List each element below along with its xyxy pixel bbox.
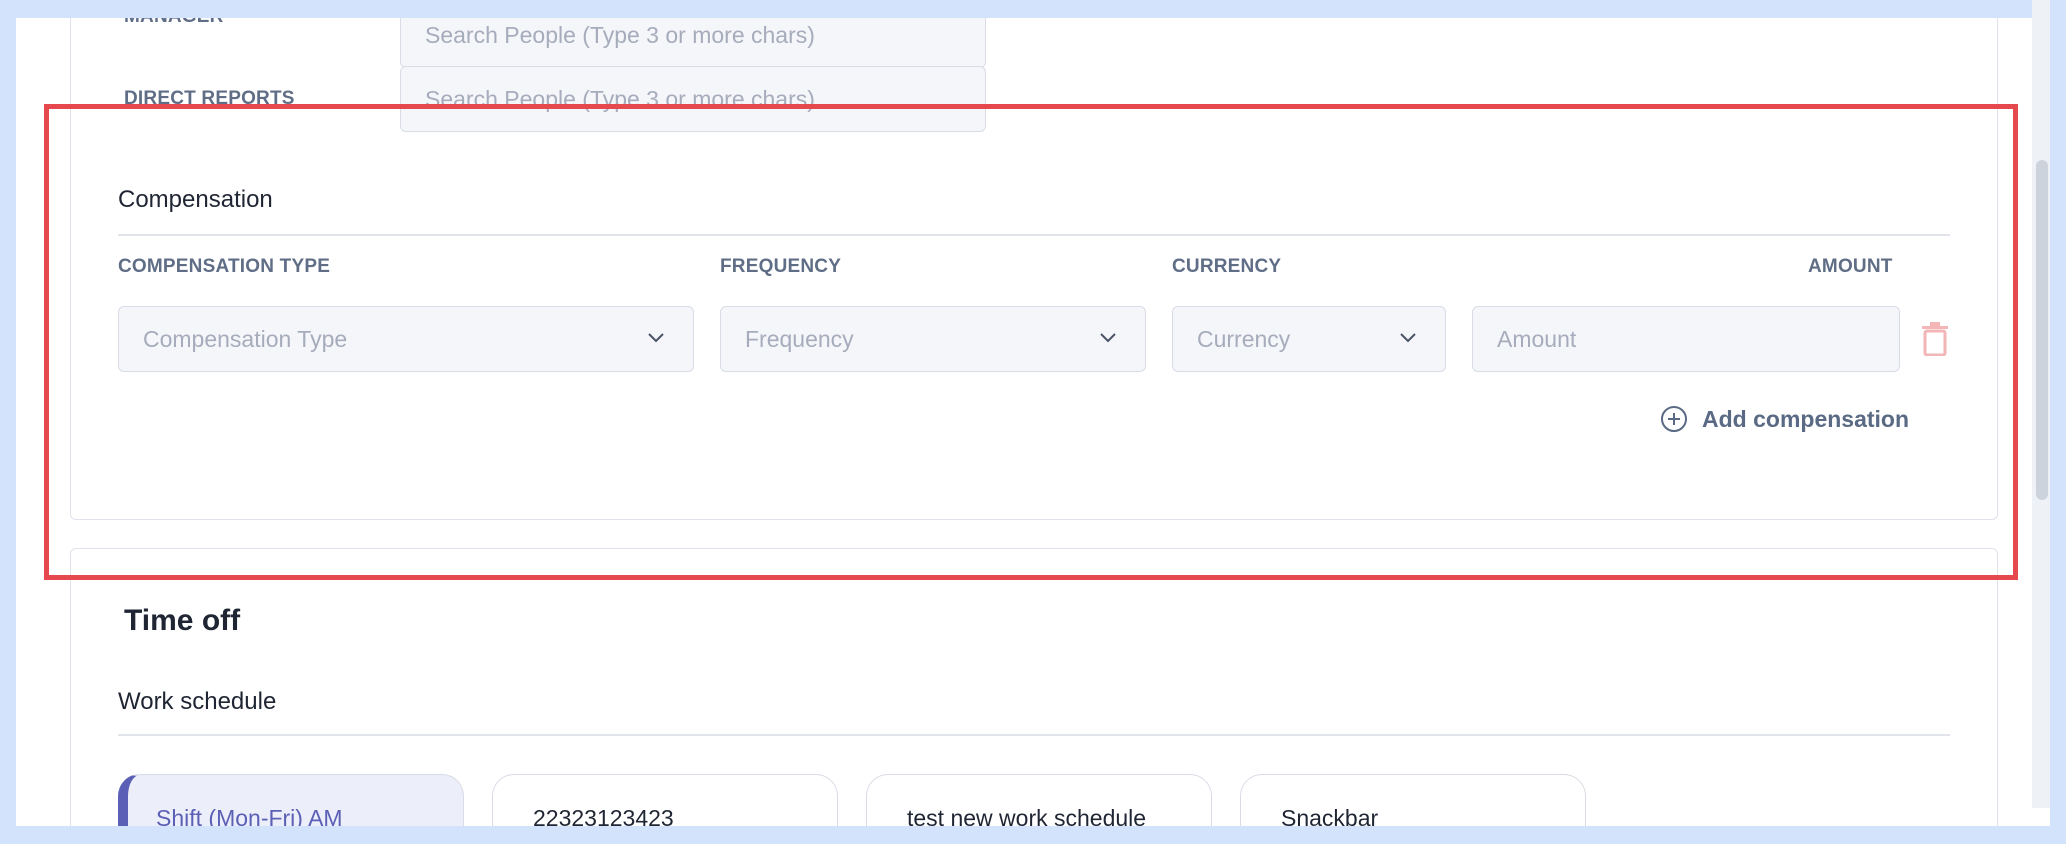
- currency-column-label: CURRENCY: [1172, 256, 1282, 277]
- compensation-type-column-label: COMPENSATION TYPE: [118, 256, 331, 277]
- chevron-down-icon: [1400, 333, 1416, 343]
- currency-placeholder: Currency: [1197, 325, 1291, 352]
- schedule-card-label: Snackbar: [1281, 805, 1379, 826]
- schedule-card-label: Shift (Mon-Fri) AM: [156, 805, 343, 826]
- amount-placeholder: Amount: [1497, 325, 1577, 352]
- work-schedule-divider: [118, 734, 1950, 736]
- chevron-down-icon: [1100, 333, 1116, 343]
- compensation-type-select[interactable]: Compensation Type: [118, 306, 694, 372]
- schedule-card-label: test new work schedule: [907, 805, 1147, 826]
- currency-select[interactable]: Currency: [1172, 306, 1446, 372]
- schedule-card-test-new-work-schedule[interactable]: test new work schedule: [866, 774, 1212, 826]
- direct-reports-search-placeholder: Search People (Type 3 or more chars): [425, 85, 815, 112]
- add-compensation-button[interactable]: Add compensation: [1660, 402, 1909, 436]
- plus-circle-icon: [1661, 406, 1687, 432]
- schedule-card-22323123423[interactable]: 22323123423: [492, 774, 838, 826]
- add-compensation-label: Add compensation: [1702, 405, 1910, 432]
- job-info-card: [70, 18, 1998, 520]
- manager-search-placeholder: Search People (Type 3 or more chars): [425, 22, 815, 48]
- chevron-down-icon: [648, 333, 664, 343]
- amount-column-label: AMOUNT: [1808, 256, 1893, 277]
- schedule-card-snackbar[interactable]: Snackbar: [1240, 774, 1586, 826]
- direct-reports-search-input[interactable]: Search People (Type 3 or more chars): [400, 66, 986, 132]
- compensation-divider: [118, 234, 1950, 236]
- frequency-select[interactable]: Frequency: [720, 306, 1146, 372]
- frequency-column-label: FREQUENCY: [720, 256, 842, 277]
- manager-label: MANAGER: [124, 18, 224, 28]
- time-off-title: Time off: [124, 604, 241, 637]
- direct-reports-label: DIRECT REPORTS: [124, 88, 295, 109]
- schedule-card-shift-mon-fri-am[interactable]: Shift (Mon-Fri) AM: [118, 774, 464, 826]
- compensation-title: Compensation: [118, 186, 273, 213]
- compensation-type-placeholder: Compensation Type: [143, 325, 348, 352]
- frequency-placeholder: Frequency: [745, 325, 854, 352]
- schedule-card-label: 22323123423: [533, 805, 674, 826]
- page-viewport: MANAGER Search People (Type 3 or more ch…: [16, 18, 2050, 826]
- work-schedule-title: Work schedule: [118, 688, 277, 715]
- amount-input[interactable]: Amount: [1472, 306, 1900, 372]
- manager-search-input[interactable]: Search People (Type 3 or more chars): [400, 18, 986, 68]
- scrollbar-thumb[interactable]: [2036, 160, 2048, 500]
- trash-icon[interactable]: [1920, 322, 1950, 356]
